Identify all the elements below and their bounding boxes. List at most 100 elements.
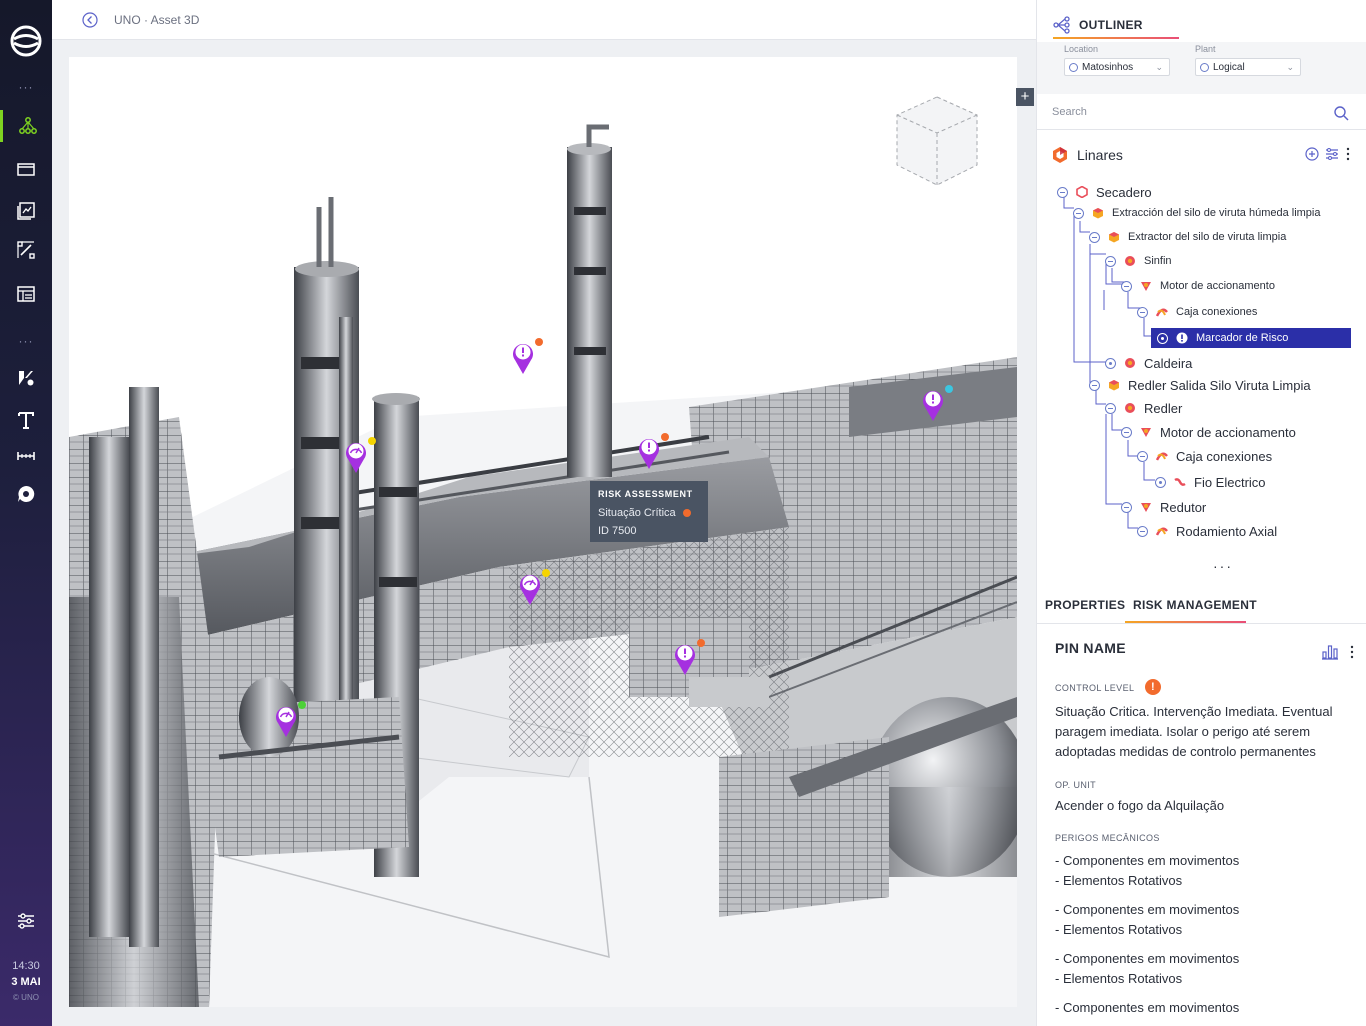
nav-shapes[interactable] bbox=[0, 362, 52, 394]
collapse-toggle-icon[interactable] bbox=[1137, 450, 1148, 462]
op-unit-label: OP. UNIT bbox=[1055, 780, 1097, 790]
tree-node[interactable]: Redler Salida Silo Viruta Limpia bbox=[1089, 375, 1311, 395]
tab-properties[interactable]: PROPERTIES bbox=[1045, 598, 1125, 612]
nav-edit[interactable] bbox=[0, 234, 52, 266]
location-filter: Location Matosinhos ⌄ bbox=[1064, 44, 1170, 76]
plant-select[interactable]: Logical ⌄ bbox=[1195, 58, 1301, 76]
risk-tooltip: RISK ASSESSMENT Situação Crítica ID 7500 bbox=[590, 481, 708, 542]
root-label: Linares bbox=[1077, 147, 1123, 163]
motor-icon bbox=[1141, 282, 1151, 291]
collapse-toggle-icon[interactable] bbox=[1057, 186, 1068, 198]
tab-outliner-label: OUTLINER bbox=[1079, 18, 1143, 32]
viewport-3d[interactable]: RISK ASSESSMENT Situação Crítica ID 7500 bbox=[69, 57, 1017, 1007]
location-select[interactable]: Matosinhos ⌄ bbox=[1064, 58, 1170, 76]
search-bar[interactable]: Search bbox=[1037, 94, 1366, 130]
tree-root[interactable]: Linares bbox=[1051, 144, 1351, 166]
collapse-toggle-icon[interactable] bbox=[1089, 379, 1100, 391]
gauge-pin-icon bbox=[276, 707, 296, 737]
hex-outline-icon bbox=[1076, 186, 1088, 198]
outliner-panel: OUTLINER Location Matosinhos ⌄ Plant Log… bbox=[1036, 0, 1366, 1026]
collapse-toggle-icon[interactable] bbox=[1089, 231, 1100, 243]
rail-more-mid[interactable]: ··· bbox=[0, 334, 52, 348]
chart-icon[interactable] bbox=[1321, 644, 1339, 660]
nav-comments[interactable] bbox=[0, 478, 52, 510]
nav-text[interactable] bbox=[0, 404, 52, 436]
tree-node-label: Marcador de Risco bbox=[1196, 332, 1289, 344]
uno-logo-icon[interactable] bbox=[9, 24, 43, 58]
collapse-toggle-icon[interactable] bbox=[1105, 255, 1116, 267]
tree-node[interactable]: Caldeira bbox=[1105, 353, 1192, 373]
risk-pin-alert[interactable] bbox=[921, 385, 953, 422]
location-label: Location bbox=[1064, 44, 1099, 54]
tree-node-label: Redler Salida Silo Viruta Limpia bbox=[1128, 377, 1311, 393]
tab-risk-management[interactable]: RISK MANAGEMENT bbox=[1133, 598, 1257, 612]
nav-table[interactable] bbox=[0, 278, 52, 310]
nav-hierarchy[interactable] bbox=[0, 110, 52, 142]
collapse-toggle-icon[interactable] bbox=[1137, 525, 1148, 537]
tree-node[interactable]: Secadero bbox=[1057, 182, 1152, 202]
plant-icon bbox=[1200, 62, 1209, 72]
tree-node[interactable]: Motor de accionamento bbox=[1121, 422, 1296, 442]
warning-icon: ! bbox=[1144, 678, 1161, 695]
chevron-down-icon: ⌄ bbox=[1286, 62, 1294, 72]
tree-more-button[interactable]: ··· bbox=[1213, 558, 1233, 574]
status-dot bbox=[661, 433, 669, 441]
more-vertical-icon[interactable] bbox=[1345, 147, 1351, 161]
risk-pin-alert[interactable] bbox=[673, 639, 705, 676]
back-icon[interactable] bbox=[82, 11, 98, 28]
collapse-toggle-icon[interactable] bbox=[1105, 402, 1116, 414]
risk-pin-gauge[interactable] bbox=[344, 437, 376, 474]
tree-node-label: Sinfin bbox=[1144, 255, 1172, 267]
add-circle-icon[interactable] bbox=[1305, 147, 1319, 161]
filter-sliders-icon[interactable] bbox=[1325, 147, 1339, 161]
chevron-down-icon: ⌄ bbox=[1155, 62, 1163, 72]
hazard-item: - Componentes em movimentos bbox=[1055, 853, 1240, 868]
tree-node[interactable]: Rodamiento Axial bbox=[1137, 521, 1277, 541]
risk-pin-alert-selected[interactable] bbox=[637, 433, 669, 470]
hazard-item: - Elementos Rotativos bbox=[1055, 873, 1183, 888]
tree-node[interactable]: Sinfin bbox=[1105, 251, 1172, 271]
collapse-toggle-icon[interactable] bbox=[1137, 306, 1148, 318]
tree-node-label: Extracción del silo de viruta húmeda lim… bbox=[1112, 207, 1321, 219]
tree-node[interactable]: Redutor bbox=[1121, 497, 1206, 517]
rail-more-top[interactable]: ··· bbox=[0, 80, 52, 94]
tree-node-label: Motor de accionamento bbox=[1160, 424, 1296, 440]
expand-panel-button[interactable]: + bbox=[1016, 88, 1034, 106]
risk-pin-alert[interactable] bbox=[511, 338, 543, 375]
leaf-toggle-icon[interactable] bbox=[1155, 476, 1166, 488]
tree-node-selected[interactable]: Marcador de Risco bbox=[1151, 328, 1351, 348]
leaf-toggle-icon[interactable] bbox=[1105, 357, 1116, 369]
tree-node[interactable]: Caja conexiones bbox=[1137, 446, 1272, 466]
equipment-icon bbox=[1093, 208, 1103, 219]
tree-node[interactable]: Fio Electrico bbox=[1155, 472, 1266, 492]
plant-3d-model[interactable] bbox=[69, 57, 1017, 1007]
nav-settings[interactable] bbox=[0, 905, 52, 937]
detail-tabs: PROPERTIES RISK MANAGEMENT bbox=[1037, 582, 1366, 624]
tab-underline bbox=[1053, 37, 1179, 39]
tree-node-label: Caja conexiones bbox=[1176, 306, 1258, 318]
connector-icon bbox=[1156, 308, 1168, 317]
search-icon[interactable] bbox=[1333, 105, 1349, 121]
nav-measure[interactable] bbox=[0, 440, 52, 472]
tree-node[interactable]: Caja conexiones bbox=[1137, 302, 1257, 322]
plant-value: Logical bbox=[1213, 61, 1245, 73]
collapse-toggle-icon[interactable] bbox=[1121, 426, 1132, 438]
nav-library[interactable] bbox=[0, 195, 52, 227]
nav-windows[interactable] bbox=[0, 153, 52, 185]
tab-outliner[interactable]: OUTLINER bbox=[1053, 10, 1143, 40]
more-vertical-icon[interactable] bbox=[1349, 645, 1355, 659]
risk-pin-gauge[interactable] bbox=[518, 569, 550, 606]
tree-node[interactable]: Motor de accionamento bbox=[1121, 276, 1275, 296]
tree-node[interactable]: Extracción del silo de viruta húmeda lim… bbox=[1073, 203, 1321, 223]
tree-node[interactable]: Redler bbox=[1105, 398, 1182, 418]
collapse-toggle-icon[interactable] bbox=[1121, 501, 1132, 513]
text-icon bbox=[18, 412, 34, 429]
collapse-toggle-icon[interactable] bbox=[1073, 207, 1084, 219]
leaf-toggle-icon[interactable] bbox=[1157, 332, 1168, 344]
risk-pin-gauge[interactable] bbox=[274, 701, 306, 738]
breadcrumb[interactable]: UNO · Asset 3D bbox=[114, 13, 199, 27]
collapse-toggle-icon[interactable] bbox=[1121, 280, 1132, 292]
tree-node[interactable]: Extractor del silo de viruta limpia bbox=[1089, 227, 1286, 247]
search-input[interactable]: Search bbox=[1052, 106, 1087, 118]
tree-node-label: Redutor bbox=[1160, 499, 1207, 515]
